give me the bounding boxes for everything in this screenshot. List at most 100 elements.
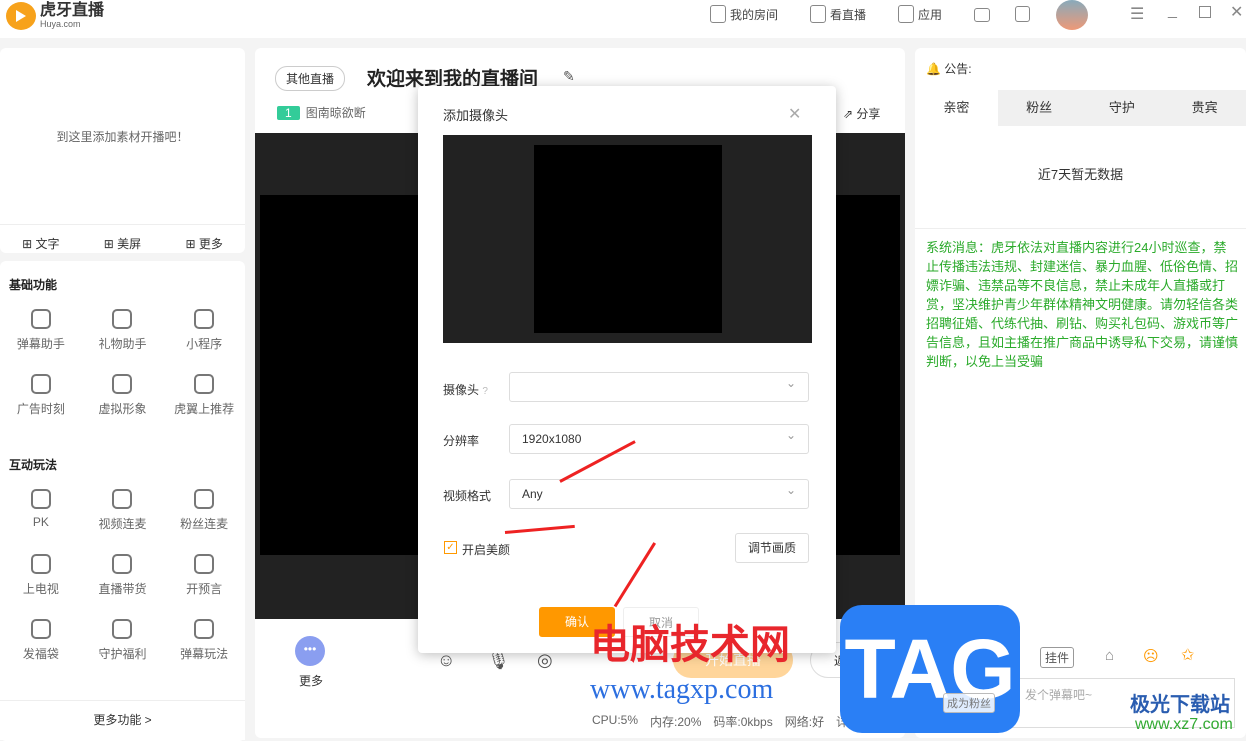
notice-label: 公告: <box>944 62 972 76</box>
nav-apps[interactable]: 应用 <box>898 5 942 23</box>
become-fan-button[interactable]: 成为粉丝 <box>943 693 995 713</box>
more-label: 更多 <box>299 674 324 688</box>
basic-features-grid: 弹幕助手 礼物助手 小程序广告时刻 虚拟形象 虎翼上推荐 <box>0 309 245 417</box>
share-label: 分享 <box>856 107 881 121</box>
add-camera-dialog: 添加摄像头 ✕ 摄像头 ? 分辨率 1920x1080 视频格式 Any ✓ 开… <box>418 86 836 653</box>
feature-icon <box>30 489 51 509</box>
danmaku-input[interactable]: 发个弹幕吧~ <box>1025 686 1092 703</box>
apps-icon <box>898 5 914 23</box>
resolution-select[interactable]: 1920x1080 <box>509 421 809 454</box>
network-status: 网络:好 <box>784 715 825 729</box>
more-icon[interactable]: ••• <box>295 636 325 666</box>
feature-item[interactable]: 小程序 <box>163 309 245 352</box>
camera-lens-icon[interactable]: ◎ <box>537 650 553 671</box>
huya-logo-icon <box>6 2 36 30</box>
feature-label: 开预言 <box>186 582 223 596</box>
system-message: 系统消息：虎牙依法对直播内容进行24小时巡查，禁止传播违法违规、封建迷信、暴力血… <box>926 240 1239 369</box>
feature-item[interactable]: 虎翼上推荐 <box>163 374 245 417</box>
material-panel: 到这里添加素材开播吧！ ⊞ 文字 ⊞ 美屏 ⊞ 更多 <box>0 48 245 253</box>
gift-icon[interactable]: ⌂ <box>1105 647 1114 664</box>
camera-select[interactable] <box>509 369 809 402</box>
resolution-label: 分辨率 <box>443 434 480 448</box>
beauty-checkbox[interactable]: ✓ <box>444 541 457 554</box>
feature-icon <box>112 309 133 329</box>
feature-icon <box>194 619 215 639</box>
feature-label: 小程序 <box>186 337 223 351</box>
tab-guard[interactable]: 守护 <box>1081 90 1164 126</box>
play-icon <box>810 5 826 23</box>
block-emoji-icon[interactable]: ☹ <box>1143 647 1159 665</box>
add-screen-button[interactable]: ⊞ 美屏 <box>104 235 141 252</box>
feature-label: 礼物助手 <box>98 337 147 351</box>
adjust-quality-button[interactable]: 调节画质 <box>735 533 809 563</box>
feature-label: 发福袋 <box>22 647 59 661</box>
feature-icon <box>194 374 215 394</box>
feature-item[interactable]: 广告时刻 <box>0 374 82 417</box>
section-title-basic: 基础功能 <box>9 278 58 292</box>
message-icon[interactable] <box>974 8 990 22</box>
share-button[interactable]: ⇗ 分享 <box>843 105 880 122</box>
feature-item[interactable]: 开预言 <box>163 554 245 597</box>
memory-status: 内存:20% <box>650 715 702 729</box>
feature-icon <box>194 309 215 329</box>
tab-fans[interactable]: 粉丝 <box>998 90 1081 126</box>
feature-icon <box>30 619 51 639</box>
close-icon[interactable]: ✕ <box>1230 2 1243 22</box>
tab-vip[interactable]: 贵宾 <box>1163 90 1246 126</box>
feature-label: 虚拟形象 <box>98 402 147 416</box>
feature-label: 直播带货 <box>98 582 147 596</box>
block-effect-icon[interactable]: ✩ <box>1181 645 1194 665</box>
edit-icon[interactable]: ✎ <box>563 68 575 85</box>
dialog-close-icon[interactable]: ✕ <box>788 104 801 124</box>
feature-icon <box>112 374 133 394</box>
maximize-icon[interactable] <box>1199 6 1211 18</box>
feature-item[interactable]: 粉丝连麦 <box>163 489 245 532</box>
feature-icon <box>112 619 133 639</box>
feature-item[interactable]: 上电视 <box>0 554 82 597</box>
feature-icon <box>30 554 51 574</box>
bitrate-status: 码率:0kbps <box>713 715 773 729</box>
feature-icon <box>112 554 133 574</box>
feature-item[interactable]: 发福袋 <box>0 619 82 662</box>
feature-label: 广告时刻 <box>16 402 65 416</box>
menu-icon[interactable]: ☰ <box>1130 4 1144 24</box>
feature-item[interactable]: 视频连麦 <box>82 489 164 532</box>
cpu-status: CPU:5% <box>592 713 639 727</box>
microphone-icon[interactable]: 🎙 <box>487 650 510 671</box>
minimize-icon[interactable]: _ <box>1168 2 1177 20</box>
camera-label: 摄像头 ? <box>443 383 488 397</box>
feature-label: 守护福利 <box>98 647 147 661</box>
feature-item[interactable]: 弹幕助手 <box>0 309 82 352</box>
format-label: 视频格式 <box>443 489 492 503</box>
calendar-icon[interactable] <box>1015 6 1030 22</box>
emoji-icon[interactable]: ☺ <box>437 650 455 671</box>
feature-item[interactable]: 礼物助手 <box>82 309 164 352</box>
nav-watch[interactable]: 看直播 <box>810 5 866 23</box>
level-badge: 1 <box>277 105 300 120</box>
tab-intimacy[interactable]: 亲密 <box>915 90 998 126</box>
camera-preview <box>443 135 812 343</box>
watermark-site-url: www.xz7.com <box>1135 716 1233 733</box>
interactive-features-grid: PK 视频连麦 粉丝连麦上电视 直播带货 开预言发福袋 守护福利 弹幕玩法 <box>0 489 245 662</box>
plugin-button[interactable]: 挂件 <box>1040 647 1075 668</box>
feature-icon <box>112 489 133 509</box>
nav-my-room[interactable]: 我的房间 <box>710 5 778 23</box>
feature-item[interactable]: 弹幕玩法 <box>163 619 245 662</box>
beauty-label: 开启美颜 <box>462 543 511 557</box>
feature-item[interactable]: 守护福利 <box>82 619 164 662</box>
category-tag[interactable]: 其他直播 <box>275 66 346 91</box>
more-features-button[interactable]: 更多功能 > <box>0 700 245 740</box>
add-text-button[interactable]: ⊞ 文字 <box>22 235 59 252</box>
feature-item[interactable]: PK <box>0 489 82 532</box>
feature-item[interactable]: 虚拟形象 <box>82 374 164 417</box>
feature-item[interactable]: 直播带货 <box>82 554 164 597</box>
feature-label: 弹幕助手 <box>16 337 65 351</box>
feature-icon <box>30 374 51 394</box>
label: 美屏 <box>117 237 142 251</box>
format-select[interactable]: Any <box>509 476 809 509</box>
feature-label: PK <box>32 515 49 529</box>
label: 更多 <box>198 237 223 251</box>
add-more-button[interactable]: ⊞ 更多 <box>185 235 222 252</box>
feature-label: 上电视 <box>22 582 59 596</box>
avatar[interactable] <box>1056 0 1088 30</box>
